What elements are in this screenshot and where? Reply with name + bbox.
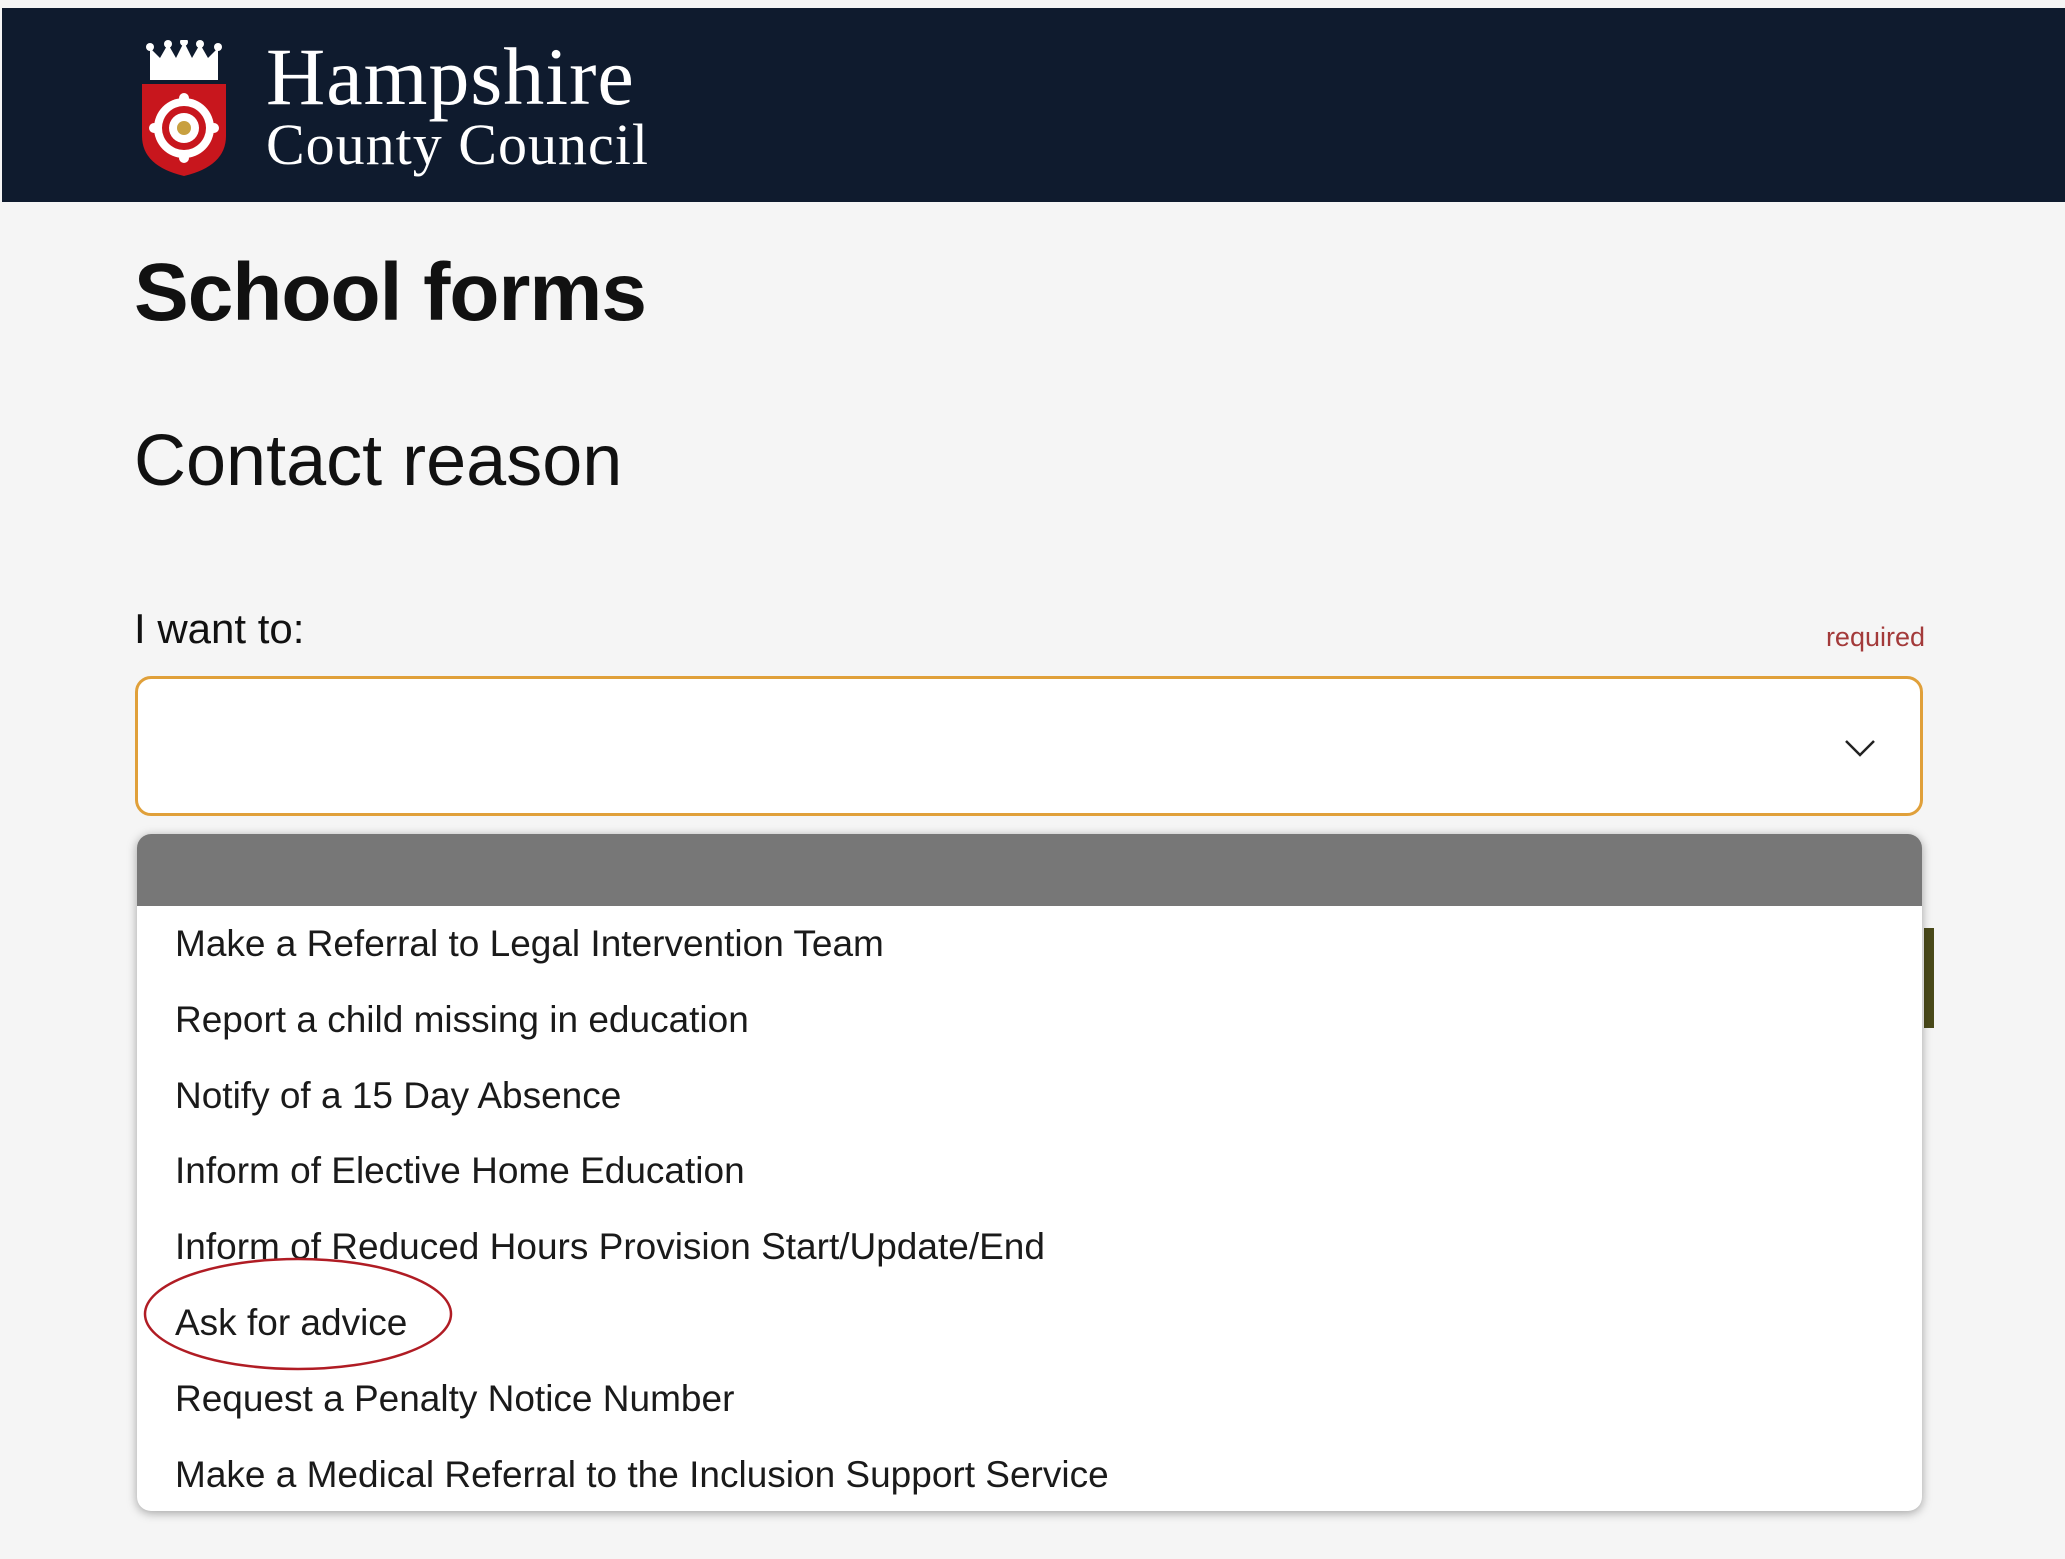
site-header: Hampshire County Council	[2, 8, 2065, 202]
logo-line-county-council: County Council	[266, 112, 649, 177]
page-title: School forms	[134, 247, 647, 338]
council-crest-icon[interactable]	[136, 40, 232, 178]
required-indicator: required	[1825, 622, 1925, 652]
field-label: I want to:	[134, 605, 305, 652]
contact-reason-select[interactable]	[135, 676, 1923, 816]
dropdown-option-ask-for-advice[interactable]: Ask for advice	[137, 1285, 1922, 1361]
logo-line-hampshire: Hampshire	[266, 31, 635, 122]
dropdown-option[interactable]: Request a Penalty Notice Number	[137, 1361, 1922, 1437]
chevron-down-icon	[1845, 740, 1875, 757]
dropdown-option[interactable]: Inform of Reduced Hours Provision Start/…	[137, 1209, 1922, 1285]
background-button-edge	[1924, 928, 1934, 1028]
council-logo-text[interactable]: Hampshire County Council	[266, 36, 649, 174]
dropdown-empty-option-highlighted[interactable]	[137, 834, 1922, 906]
dropdown-option[interactable]: Make a Medical Referral to the Inclusion…	[137, 1437, 1922, 1511]
dropdown-option[interactable]: Inform of Elective Home Education	[137, 1133, 1922, 1209]
dropdown-list: Make a Referral to Legal Intervention Te…	[137, 834, 1922, 1511]
dropdown-option[interactable]: Notify of a 15 Day Absence	[137, 1058, 1922, 1134]
section-heading: Contact reason	[134, 421, 623, 501]
dropdown-option[interactable]: Report a child missing in education	[137, 982, 1922, 1058]
dropdown-option[interactable]: Make a Referral to Legal Intervention Te…	[137, 906, 1922, 982]
